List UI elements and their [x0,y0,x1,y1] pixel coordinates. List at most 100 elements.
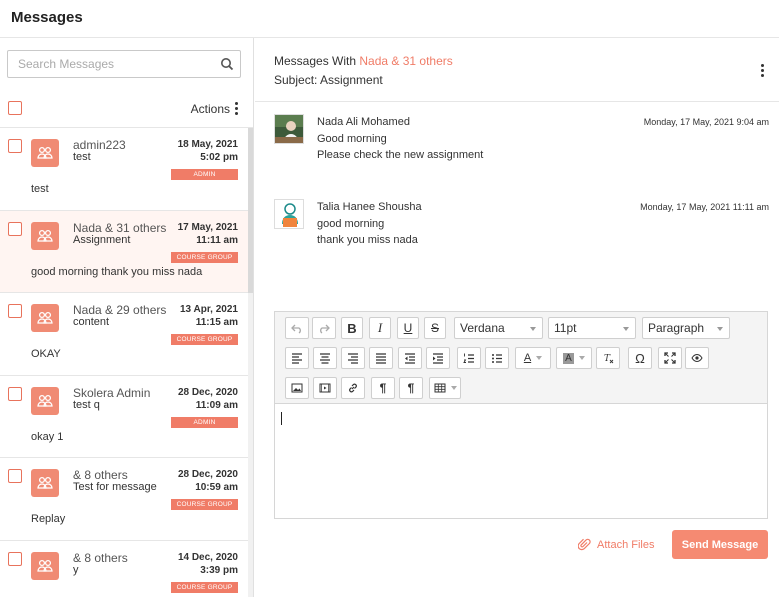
message-time: 5:02 pm [200,152,238,163]
message-subject: test q [73,398,100,411]
student-avatar-icon [274,199,304,229]
message-item[interactable]: admin223 test 18 May, 2021 5:02 pm ADMIN… [0,128,248,211]
message-subject: y [73,563,79,576]
sender-photo-avatar [274,114,304,144]
text-color-button[interactable]: A [515,347,551,369]
align-right-button[interactable] [341,347,365,369]
align-center-icon [320,353,330,364]
message-checkbox[interactable] [8,551,22,566]
message-date: 28 Dec, 2020 [177,469,238,480]
message-checkbox[interactable] [8,469,22,483]
clear-formatting-button[interactable]: T [596,347,620,369]
image-icon [291,383,303,393]
message-sender: Skolera Admin [73,385,151,400]
thread-with-label: Messages With [274,54,360,68]
sender-name: Talia Hanee Shousha [317,201,422,213]
message-badge: COURSE GROUP [171,581,238,593]
bold-button[interactable]: B [341,317,363,339]
strikethrough-button[interactable]: S [424,317,446,339]
outdent-icon [405,353,415,364]
redo-icon [320,324,330,334]
message-timestamp: Monday, 17 May, 2021 9:04 am [643,117,769,127]
message-checkbox[interactable] [8,304,22,318]
font-family-value: Verdana [460,321,505,335]
redo-button[interactable] [312,317,336,339]
underline-button[interactable]: U [397,317,419,339]
editor-content-area[interactable] [275,404,767,518]
insert-image-button[interactable] [285,377,309,399]
insert-link-button[interactable] [341,377,365,399]
list-actions-row: Actions [0,90,253,128]
ltr-direction-button[interactable]: ¶ [371,377,395,399]
message-checkbox[interactable] [8,386,22,401]
undo-button[interactable] [285,317,309,339]
chevron-down-icon [536,356,543,360]
message-date: 13 Apr, 2021 [179,304,238,315]
indent-button[interactable] [426,347,450,369]
message-subject: Test for message [73,481,157,493]
eye-icon [691,353,703,363]
font-family-select[interactable]: Verdana [454,317,543,339]
message-preview: OKAY [31,348,61,360]
table-icon [434,383,445,393]
align-left-button[interactable] [285,347,309,369]
font-size-select[interactable]: 11pt [548,317,636,339]
select-all-checkbox[interactable] [8,101,22,115]
media-icon [319,383,331,393]
message-badge: COURSE GROUP [171,499,238,510]
message-subject: Assignment [73,233,131,246]
insert-table-button[interactable] [429,377,461,399]
actions-menu-icon[interactable] [235,102,239,115]
message-item[interactable]: & 8 others y 14 Dec, 2020 3:39 pm COURSE… [0,540,248,597]
message-checkbox[interactable] [8,139,22,153]
insert-media-button[interactable] [313,377,337,399]
pilcrow-rtl-icon: ¶ [407,381,415,395]
fullscreen-button[interactable] [658,347,682,369]
group-avatar-icon [31,139,59,167]
italic-button[interactable]: I [369,317,391,339]
actions-label[interactable]: Actions [191,102,230,116]
message-time: 11:11 am [196,234,238,246]
message-sender: Nada & 29 others [73,303,167,317]
message-time: 11:09 am [195,399,238,411]
bullet-list-button[interactable] [485,347,509,369]
preview-button[interactable] [685,347,709,369]
align-center-button[interactable] [313,347,337,369]
chevron-down-icon [578,356,585,360]
special-character-button[interactable]: Ω [628,347,652,369]
message-line: good morning [317,218,385,230]
list-scrollbar[interactable] [248,128,253,597]
message-checkbox[interactable] [8,221,22,236]
message-sender: Nada & 31 others [73,220,167,235]
message-line: Good morning [317,133,387,145]
message-item[interactable]: Nada & 29 others content 13 Apr, 2021 11… [0,293,248,376]
chevron-down-icon [450,386,457,390]
send-message-button[interactable]: Send Message [672,530,768,559]
message-item[interactable]: Skolera Admin test q 28 Dec, 2020 11:09 … [0,375,248,458]
search-input[interactable] [8,51,208,77]
align-right-icon [348,353,358,364]
block-format-select[interactable]: Paragraph [642,317,730,339]
message-date: 14 Dec, 2020 [177,551,238,563]
group-avatar-icon [31,551,59,580]
scrollbar-thumb[interactable] [248,128,253,293]
rtl-direction-button[interactable]: ¶ [399,377,423,399]
search-box[interactable] [7,50,241,78]
thread-menu-icon[interactable] [761,64,765,77]
outdent-button[interactable] [398,347,422,369]
message-item-active[interactable]: Nada & 31 others Assignment 17 May, 2021… [0,210,248,293]
group-avatar-icon [31,221,59,250]
message-time: 3:39 pm [200,564,238,576]
background-color-button[interactable]: A [556,347,592,369]
message-item[interactable]: & 8 others Test for message 28 Dec, 2020… [0,458,248,541]
numbered-list-button[interactable] [457,347,481,369]
message-list-panel: Actions admin223 test 18 May, 2021 5:02 … [0,38,254,597]
undo-icon [291,324,301,334]
message-sender: & 8 others [73,550,128,565]
divider [255,101,779,102]
attach-files-button[interactable]: Attach Files [578,538,654,551]
message-badge: COURSE GROUP [171,334,238,345]
search-icon[interactable] [220,57,234,71]
align-justify-button[interactable] [369,347,393,369]
thread-participants-link[interactable]: Nada & 31 others [359,54,452,68]
